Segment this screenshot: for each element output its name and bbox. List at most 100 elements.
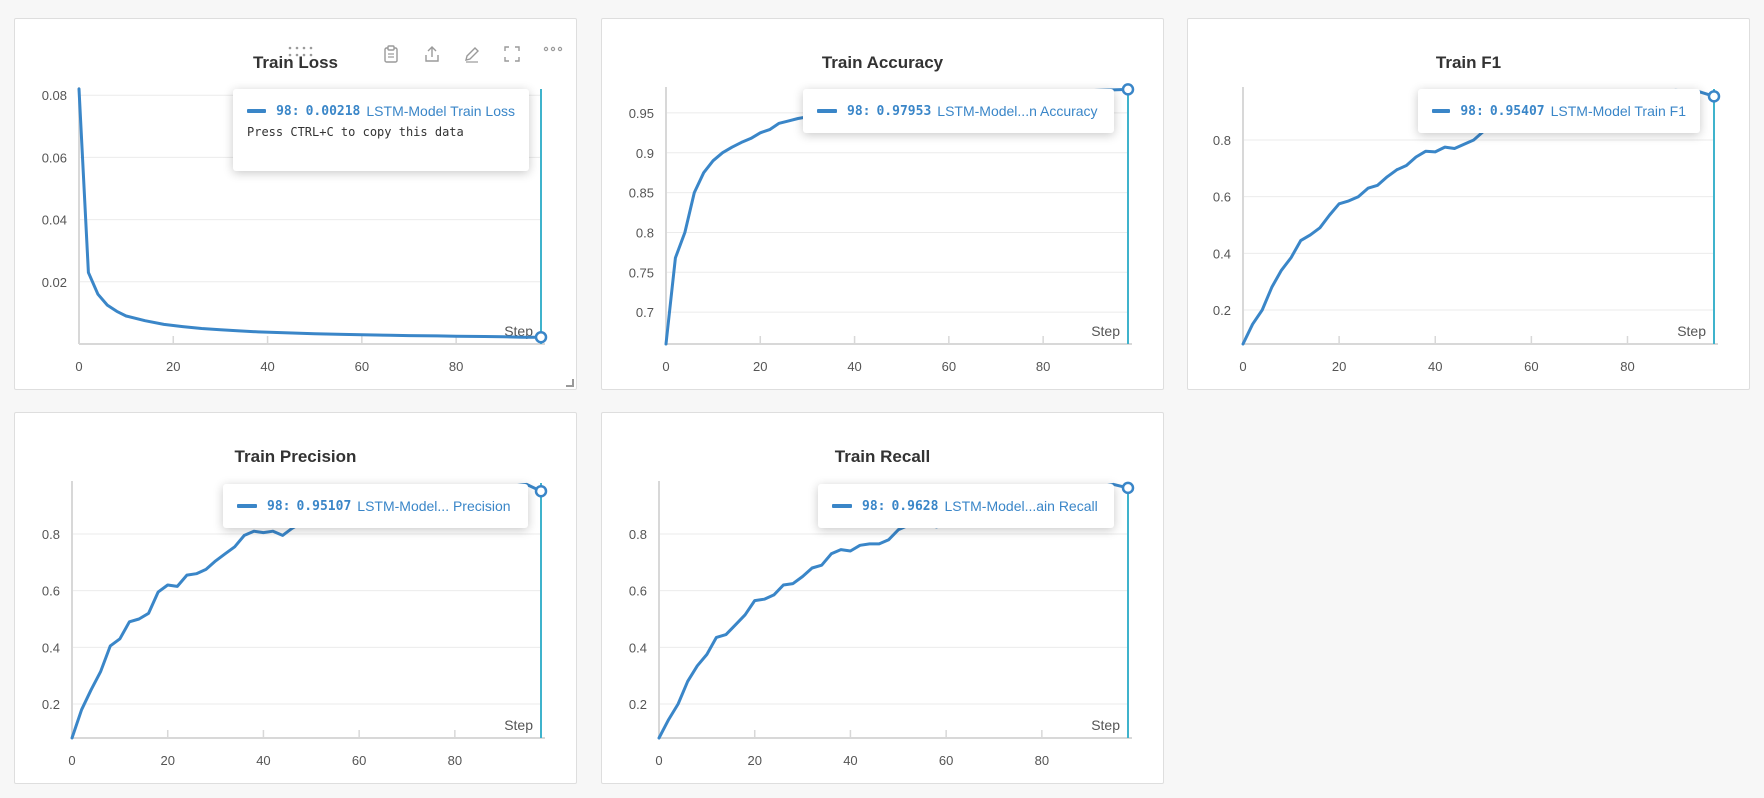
data-tooltip: 98: 0.97953 LSTM-Model...n Accuracy bbox=[803, 89, 1114, 133]
x-tick-label: 0 bbox=[1239, 359, 1246, 374]
chart-panel-train-loss: 0.02 0.04 0.06 0.08 0 20 40 60 80 Step Train Loss… bbox=[14, 18, 577, 390]
chart-panel-train-precision: 0.2 0.4 0.6 0.8 0 20 40 60 80 Step Train Precisio… bbox=[14, 412, 577, 784]
fullscreen-icon[interactable] bbox=[503, 45, 527, 69]
chart-panel-train-accuracy: 0.7 0.75 0.8 0.85 0.9 0.95 0 20 40 60 80 Step Train… bbox=[601, 18, 1164, 390]
tooltip-series-label: LSTM-Model Train F1 bbox=[1550, 103, 1686, 119]
tooltip-series-label: LSTM-Model...ain Recall bbox=[944, 498, 1098, 514]
x-tick-label: 0 bbox=[655, 753, 662, 768]
chart-title: Train Accuracy bbox=[821, 53, 944, 72]
x-tick-label: 20 bbox=[166, 359, 180, 374]
y-tick-label: 0.85 bbox=[629, 186, 654, 201]
hover-point bbox=[534, 484, 548, 498]
x-tick-label: 80 bbox=[448, 753, 462, 768]
data-tooltip: 98: 0.00218 LSTM-Model Train Loss Press CT… bbox=[233, 89, 529, 171]
y-tick-label: 0.2 bbox=[1213, 303, 1231, 318]
y-tick-label: 0.75 bbox=[629, 265, 654, 280]
chart-title: Train F1 bbox=[1435, 53, 1502, 72]
x-tick-label: 40 bbox=[843, 753, 857, 768]
y-tick-label: 0.2 bbox=[42, 697, 60, 712]
x-tick-label: 20 bbox=[160, 753, 174, 768]
data-tooltip: 98: 0.95407 LSTM-Model Train F1 bbox=[1418, 89, 1700, 133]
tooltip-step: 98: bbox=[847, 103, 871, 119]
x-axis-label: Step bbox=[1091, 323, 1120, 339]
series-swatch bbox=[832, 504, 852, 508]
y-tick-label: 0.95 bbox=[629, 106, 654, 121]
hover-point bbox=[1707, 90, 1721, 103]
y-tick-label: 0.8 bbox=[42, 527, 60, 542]
x-tick-label: 80 bbox=[1035, 753, 1049, 768]
y-tick-label: 0.6 bbox=[1213, 190, 1231, 205]
y-tick-label: 0.06 bbox=[42, 150, 67, 165]
chart-train-accuracy[interactable]: 0.7 0.75 0.8 0.85 0.9 0.95 0 20 40 60 80 Step bbox=[602, 19, 1165, 391]
x-tick-label: 60 bbox=[939, 753, 953, 768]
tooltip-series-label: LSTM-Model...n Accuracy bbox=[937, 103, 1098, 119]
share-icon[interactable] bbox=[423, 45, 447, 69]
resize-handle[interactable] bbox=[566, 379, 574, 387]
chart-train-recall[interactable]: 0.2 0.4 0.6 0.8 0 20 40 60 80 Step bbox=[602, 413, 1165, 785]
hover-point bbox=[534, 330, 548, 344]
hover-point bbox=[1121, 83, 1135, 96]
data-tooltip: 98: 0.95107 LSTM-Model... Precision bbox=[223, 484, 528, 528]
x-tick-label: 40 bbox=[260, 359, 274, 374]
x-axis-label: Step bbox=[504, 717, 533, 733]
tooltip-value: 0.95107 bbox=[296, 498, 352, 514]
series-swatch bbox=[1432, 109, 1451, 113]
y-tick-label: 0.2 bbox=[629, 697, 647, 712]
series-swatch bbox=[817, 109, 837, 113]
tooltip-value: 0.9628 bbox=[891, 498, 939, 514]
tooltip-copy-hint: Press CTRL+C to copy this data bbox=[247, 125, 464, 139]
series-swatch bbox=[237, 504, 257, 508]
series-swatch bbox=[247, 109, 267, 113]
x-tick-label: 0 bbox=[75, 359, 82, 374]
tooltip-step: 98: bbox=[267, 498, 291, 514]
y-tick-label: 0.8 bbox=[629, 527, 647, 542]
y-tick-label: 0.08 bbox=[42, 88, 67, 103]
y-tick-label: 0.04 bbox=[42, 213, 67, 228]
chart-train-loss[interactable]: 0.020.040.060.080 20 40 60 80Step bbox=[15, 19, 578, 391]
edit-icon[interactable] bbox=[463, 45, 487, 69]
clipboard-icon[interactable] bbox=[383, 45, 407, 69]
x-tick-label: 60 bbox=[1524, 359, 1538, 374]
x-tick-label: 40 bbox=[847, 359, 861, 374]
tooltip-value: 0.95407 bbox=[1489, 103, 1545, 119]
tooltip-value: 0.97953 bbox=[876, 103, 932, 119]
chart-panel-train-recall: 0.2 0.4 0.6 0.8 0 20 40 60 80 Step Train Recall 9… bbox=[601, 412, 1164, 784]
y-tick-label: 0.8 bbox=[1213, 133, 1231, 148]
chart-title: Train Recall bbox=[834, 447, 931, 466]
x-tick-label: 80 bbox=[1036, 359, 1050, 374]
x-tick-label: 40 bbox=[256, 753, 270, 768]
tooltip-series-label: LSTM-Model Train Loss bbox=[366, 103, 515, 119]
x-tick-label: 60 bbox=[355, 359, 369, 374]
x-tick-label: 60 bbox=[942, 359, 956, 374]
y-tick-label: 0.8 bbox=[636, 225, 654, 240]
data-tooltip: 98: 0.9628 LSTM-Model...ain Recall bbox=[818, 484, 1114, 528]
x-tick-label: 20 bbox=[747, 753, 761, 768]
chart-train-precision[interactable]: 0.2 0.4 0.6 0.8 0 20 40 60 80 Step bbox=[15, 413, 578, 785]
tooltip-step: 98: bbox=[862, 498, 886, 514]
y-tick-label: 0.9 bbox=[636, 146, 654, 161]
chart-train-f1[interactable]: 0.2 0.4 0.6 0.8 0 20 40 60 80 Step bbox=[1188, 19, 1751, 391]
tooltip-step: 98: bbox=[1460, 103, 1484, 119]
x-tick-label: 0 bbox=[662, 359, 669, 374]
x-tick-label: 20 bbox=[1332, 359, 1346, 374]
y-tick-label: 0.6 bbox=[629, 584, 647, 599]
tooltip-value: 0.00218 bbox=[305, 103, 361, 119]
tooltip-series-label: LSTM-Model... Precision bbox=[357, 498, 511, 514]
more-icon[interactable] bbox=[543, 45, 567, 69]
tooltip-step: 98: bbox=[276, 103, 300, 119]
y-tick-label: 0.4 bbox=[42, 640, 60, 655]
x-tick-label: 60 bbox=[352, 753, 366, 768]
y-tick-label: 0.4 bbox=[629, 640, 647, 655]
x-tick-label: 80 bbox=[449, 359, 463, 374]
x-axis-label: Step bbox=[1091, 717, 1120, 733]
y-tick-label: 0.6 bbox=[42, 584, 60, 599]
x-tick-label: 0 bbox=[68, 753, 75, 768]
y-tick-label: 0.02 bbox=[42, 275, 67, 290]
y-tick-label: 0.4 bbox=[1213, 246, 1231, 261]
drag-handle-icon[interactable] bbox=[287, 45, 313, 69]
x-tick-label: 80 bbox=[1620, 359, 1634, 374]
chart-panel-train-f1: 0.2 0.4 0.6 0.8 0 20 40 60 80 Step Train F1 98: 0.… bbox=[1187, 18, 1750, 390]
y-tick-label: 0.7 bbox=[636, 305, 654, 320]
panel-toolbar bbox=[285, 45, 575, 69]
x-tick-label: 40 bbox=[1428, 359, 1442, 374]
